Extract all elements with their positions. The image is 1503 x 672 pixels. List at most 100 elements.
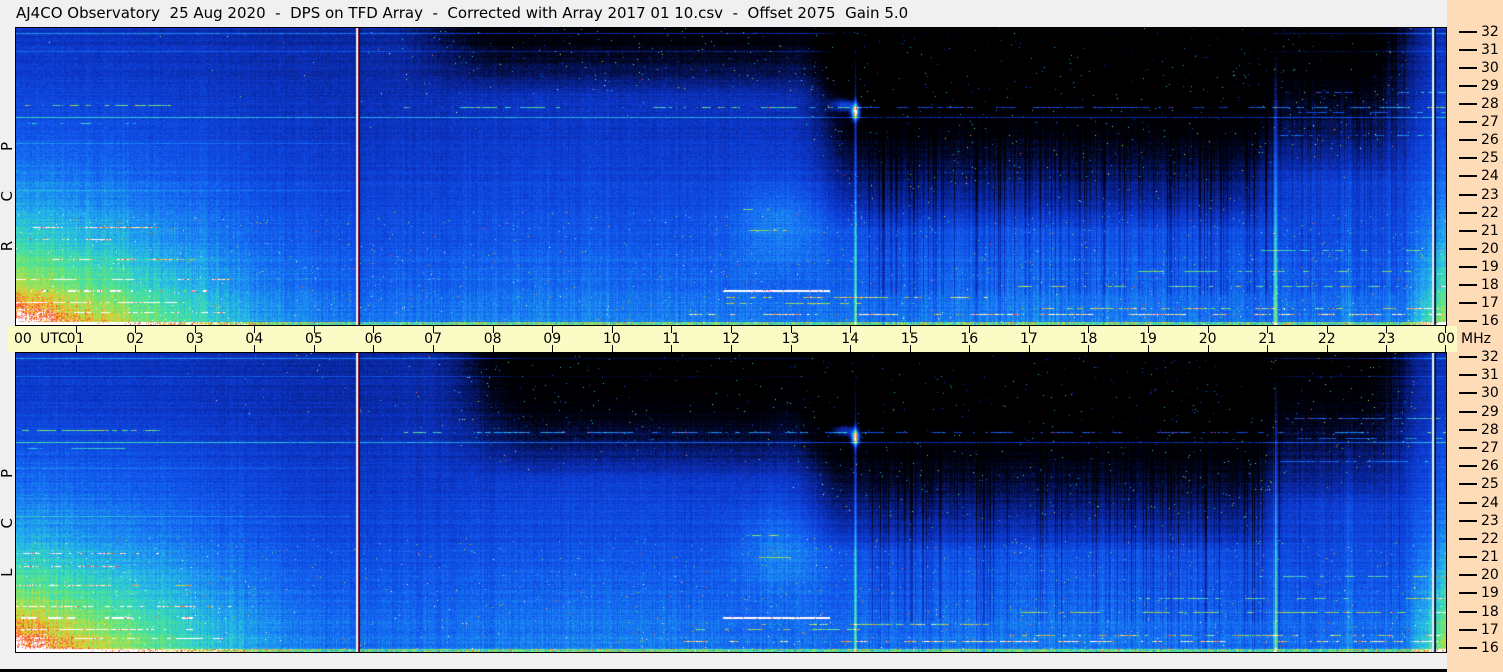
freq-tick-dash	[1459, 175, 1477, 178]
freq-label: 30	[1481, 385, 1499, 402]
freq-tick-dash	[1459, 446, 1477, 449]
freq-label: 26	[1481, 132, 1499, 149]
freq-tick-dash	[1459, 537, 1477, 540]
freq-tick-dash	[1459, 283, 1477, 286]
freq-tick-dash	[1459, 31, 1477, 33]
freq-tick-dash	[1459, 574, 1477, 577]
freq-tick-dash	[1459, 592, 1477, 595]
freq-tick-dash	[1459, 556, 1477, 559]
panel-label-lcp: LCP	[0, 352, 16, 653]
hour-label: 10	[602, 331, 621, 347]
freq-label: 32	[1481, 24, 1499, 40]
freq-tick-dash	[1459, 519, 1477, 522]
spectrogram-canvas-lcp	[16, 353, 1446, 652]
freq-tick-dash	[1459, 67, 1477, 70]
freq-label: 22	[1481, 204, 1499, 221]
freq-label: 24	[1481, 494, 1499, 511]
freq-label: 25	[1481, 476, 1499, 493]
hour-label: 16	[960, 331, 979, 347]
freq-label: 28	[1481, 421, 1499, 438]
hour-label: 11	[662, 331, 681, 347]
hour-label: 07	[424, 331, 442, 347]
freq-label: 31	[1481, 42, 1499, 59]
freq-tick-dash	[1459, 49, 1477, 52]
freq-label: 21	[1481, 222, 1499, 239]
freq-label: 18	[1481, 276, 1499, 293]
hour-label: 20	[1198, 331, 1217, 347]
freq-tick-dash	[1459, 301, 1477, 304]
freq-label: 17	[1481, 294, 1499, 311]
freq-label: 17	[1481, 621, 1499, 638]
dps-spectrograph-window: AJ4CO Observatory 25 Aug 2020 - DPS on T…	[0, 0, 1503, 672]
freq-label: 31	[1481, 367, 1499, 384]
hour-label: 13	[781, 331, 800, 347]
freq-tick-dash	[1459, 392, 1477, 395]
freq-tick-dash	[1459, 229, 1477, 232]
time-label-00-left: 00	[14, 331, 32, 347]
utc-label: UTC	[40, 331, 68, 347]
hour-label: 15	[900, 331, 919, 347]
freq-label: 29	[1481, 78, 1499, 95]
freq-tick-dash	[1459, 319, 1477, 322]
freq-label: 23	[1481, 512, 1499, 529]
hour-label: 06	[364, 331, 383, 347]
freq-label: 16	[1481, 312, 1499, 329]
title-bar: AJ4CO Observatory 25 Aug 2020 - DPS on T…	[16, 4, 909, 22]
freq-label: 19	[1481, 258, 1499, 275]
spectrogram-panel-lcp	[15, 352, 1447, 653]
hour-label: 21	[1258, 331, 1277, 347]
freq-tick-dash	[1459, 103, 1477, 106]
hour-tick	[1444, 345, 1446, 352]
freq-tick-dash	[1459, 501, 1477, 504]
freq-tick-dash	[1459, 139, 1477, 142]
hour-label: 05	[304, 331, 323, 347]
freq-tick-dash	[1459, 428, 1477, 431]
hour-label: 02	[126, 331, 145, 347]
freq-label: 23	[1481, 186, 1499, 203]
freq-label: 28	[1481, 96, 1499, 113]
freq-tick-dash	[1459, 211, 1477, 214]
freq-tick-dash	[1459, 483, 1477, 486]
hour-label: 22	[1317, 331, 1336, 347]
hour-label: 08	[483, 331, 502, 347]
hour-label: 18	[1079, 331, 1098, 347]
freq-label: 25	[1481, 150, 1499, 167]
hour-label: 14	[841, 331, 860, 347]
freq-label: 21	[1481, 549, 1499, 566]
freq-label: 32	[1481, 349, 1499, 365]
freq-tick-dash	[1459, 193, 1477, 196]
hour-label: 04	[245, 331, 264, 347]
hour-label: 17	[1019, 331, 1038, 347]
hour-label: 09	[543, 331, 562, 347]
freq-tick-dash	[1459, 647, 1477, 650]
hour-label: 23	[1377, 331, 1396, 347]
freq-label: 20	[1481, 240, 1499, 257]
freq-tick-dash	[1459, 374, 1477, 377]
freq-tick-dash	[1459, 356, 1477, 358]
freq-tick-dash	[1459, 121, 1477, 124]
spectrogram-panel-rcp	[15, 27, 1447, 326]
freq-label: 24	[1481, 168, 1499, 185]
freq-tick-dash	[1459, 610, 1477, 613]
freq-label: 26	[1481, 458, 1499, 475]
freq-tick-dash	[1459, 157, 1477, 160]
hour-label: 03	[185, 331, 204, 347]
freq-label: 30	[1481, 60, 1499, 77]
time-label-00-right: 00	[1437, 331, 1455, 347]
freq-tick-dash	[1459, 628, 1477, 631]
mhz-label: MHz	[1461, 331, 1491, 347]
panel-label-rcp: RCP	[0, 27, 16, 326]
hour-tick	[1444, 326, 1446, 333]
spectrogram-canvas-rcp	[16, 28, 1446, 325]
freq-label: 27	[1481, 114, 1499, 131]
freq-tick-dash	[1459, 265, 1477, 268]
freq-label: 29	[1481, 403, 1499, 420]
freq-tick-dash	[1459, 465, 1477, 468]
lcp-label-text: LCP	[0, 428, 16, 577]
hour-label: 19	[1139, 331, 1157, 347]
hour-label: 12	[722, 331, 740, 347]
freq-label: 22	[1481, 530, 1499, 547]
rcp-label-text: RCP	[0, 101, 16, 252]
freq-label: 18	[1481, 603, 1499, 620]
freq-label: 16	[1481, 640, 1499, 657]
